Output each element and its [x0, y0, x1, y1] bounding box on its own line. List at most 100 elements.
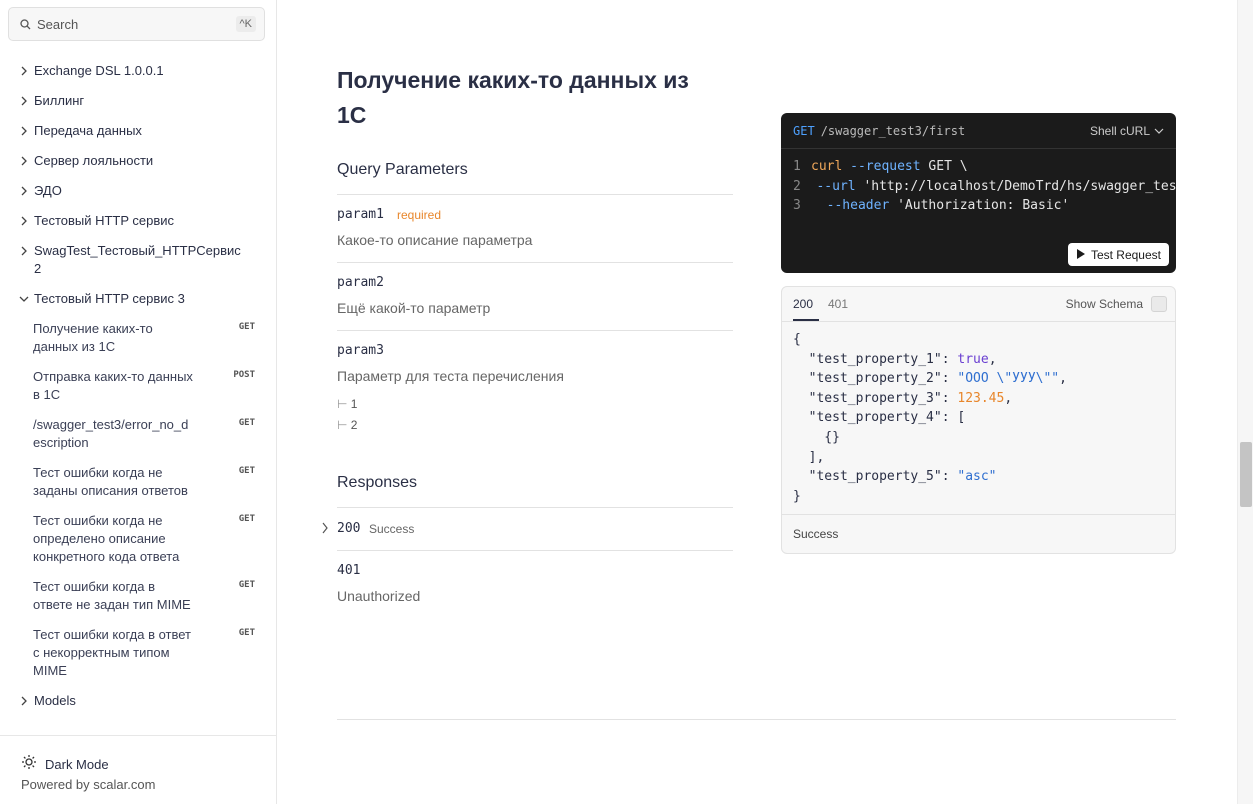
- sidebar-item-label-line: SwagTest_Тестовый_HTTPСервис: [34, 243, 241, 258]
- endpoint-label: Тест ошибки когда не определено описание к…: [33, 512, 218, 566]
- sidebar-item-data-transfer[interactable]: Передача данных: [0, 122, 276, 140]
- sidebar-item-label: Передача данных: [34, 123, 142, 138]
- endpoint-label-line: Тест ошибки когда в ответ: [33, 627, 192, 642]
- json-value: 123.45: [957, 390, 1005, 406]
- main-content: Получение каких-то данных из 1С Query Pa…: [277, 0, 1237, 804]
- sidebar-item-loyalty-server[interactable]: Сервер лояльности: [0, 152, 276, 170]
- test-request-button[interactable]: Test Request: [1067, 243, 1169, 266]
- endpoint-label-line: /swagger_test3/error_no_d: [33, 417, 189, 432]
- param-name: param3: [337, 343, 384, 358]
- chevron-down-icon: [1154, 124, 1164, 138]
- chevron-right-icon: [14, 92, 34, 110]
- json-key: "test_property_4": [793, 410, 942, 426]
- code-token: 'http://localhost/DemoTrd/hs/swagger_tes…: [863, 178, 1176, 194]
- page-title: Получение каких-то данных из 1С: [337, 63, 757, 133]
- endpoint-label-line: Тест ошибки когда не: [33, 513, 163, 528]
- sidebar-endpoint[interactable]: Тест ошибки когда не заданы описания отве…: [0, 464, 276, 500]
- sidebar-item-billing[interactable]: Биллинг: [0, 92, 276, 110]
- json-body: { "test_property_1": true, "test_propert…: [793, 332, 1067, 508]
- method-badge: GET: [238, 322, 255, 332]
- code-token: --header: [811, 198, 890, 213]
- sidebar-endpoint[interactable]: /swagger_test3/error_no_d escription GET: [0, 416, 276, 452]
- endpoint-label-line: определено описание: [33, 531, 166, 546]
- sidebar-item-label: SwagTest_Тестовый_HTTPСервис 2: [34, 242, 241, 278]
- method-badge: POST: [233, 370, 255, 380]
- endpoint-label: /swagger_test3/error_no_d escription: [33, 416, 218, 452]
- show-schema-label: Show Schema: [1065, 297, 1143, 311]
- chevron-right-icon: [14, 242, 34, 260]
- chevron-right-icon: [14, 692, 34, 710]
- chevron-right-icon: [14, 152, 34, 170]
- code-token: --url: [800, 178, 856, 194]
- sidebar-item-test-http-3[interactable]: Тестовый HTTP сервис 3: [0, 290, 276, 308]
- sidebar-item-test-http[interactable]: Тестовый HTTP сервис: [0, 212, 276, 230]
- json-key: "test_property_2": [793, 371, 942, 387]
- sidebar-footer: Dark Mode Powered by scalar.com: [0, 735, 276, 804]
- method-badge: GET: [238, 466, 255, 476]
- endpoint-label-line: с некорректным типом: [33, 645, 170, 660]
- divider: [337, 550, 733, 551]
- param-description: Ещё какой-то параметр: [337, 300, 491, 316]
- show-schema-checkbox[interactable]: [1151, 296, 1167, 312]
- param-description: Какое-то описание параметра: [337, 232, 533, 248]
- http-method: GET: [793, 123, 815, 138]
- enum-value: ⊢ 2: [337, 418, 358, 432]
- sidebar-endpoint[interactable]: Тест ошибки когда в ответ с некорректным …: [0, 626, 276, 680]
- page-title-line: 1С: [337, 102, 367, 128]
- chevron-down-icon: [14, 290, 34, 308]
- divider: [337, 507, 733, 508]
- required-badge: required: [397, 208, 442, 222]
- code-token: 'Authorization: Basic': [889, 198, 1070, 213]
- sidebar-item-models[interactable]: Models: [0, 692, 276, 710]
- endpoint-label: Тест ошибки когда не заданы описания отве…: [33, 464, 218, 500]
- param-description: Параметр для теста перечисления: [337, 368, 564, 384]
- sidebar-endpoint[interactable]: Тест ошибки когда не определено описание к…: [0, 512, 276, 566]
- json-key: "test_property_1": [793, 351, 942, 367]
- search-icon: [17, 16, 33, 32]
- query-params-heading: Query Parameters: [337, 161, 468, 178]
- json-line: {}: [793, 430, 1067, 450]
- code-token: GET \: [920, 159, 968, 174]
- response-example: 200 401 Show Schema { "test_property_1":…: [781, 286, 1176, 554]
- scrollbar[interactable]: [1237, 0, 1253, 804]
- json-token: {}: [793, 429, 840, 445]
- code-line: 3 --header 'Authorization: Basic': [781, 198, 1176, 218]
- active-tab-indicator: [793, 319, 819, 321]
- scrollbar-thumb[interactable]: [1240, 442, 1252, 507]
- param-name: param1: [337, 207, 384, 222]
- dark-mode-toggle[interactable]: Dark Mode: [21, 754, 109, 775]
- search-input[interactable]: Search ^K: [8, 7, 265, 41]
- sidebar-endpoint[interactable]: Получение каких-то данных из 1С GET: [0, 320, 276, 356]
- json-line: "test_property_5": "asc": [793, 469, 997, 485]
- tab-200[interactable]: 200: [793, 297, 813, 311]
- json-key: "test_property_5": [793, 469, 942, 485]
- sidebar-item-exchange-dsl[interactable]: Exchange DSL 1.0.0.1: [0, 62, 276, 80]
- chevron-right-icon: [14, 62, 34, 80]
- sidebar-item-label: Биллинг: [34, 93, 85, 108]
- sidebar-endpoint[interactable]: Отправка каких-то данных в 1С POST: [0, 368, 276, 404]
- sidebar-item-edo[interactable]: ЭДО: [0, 182, 276, 200]
- sidebar-endpoint[interactable]: Тест ошибки когда в ответе не задан тип M…: [0, 578, 276, 614]
- endpoint-label-line: Отправка каких-то данных: [33, 369, 193, 384]
- endpoint-label-line: заданы описания ответов: [33, 483, 188, 498]
- page-title-line: Получение каких-то данных из: [337, 67, 689, 93]
- client-select-label: Shell cURL: [1089, 123, 1150, 138]
- code-line: 2 --url 'http://localhost/DemoTrd/hs/swa…: [781, 179, 1176, 199]
- tab-401[interactable]: 401: [828, 297, 848, 311]
- divider: [337, 194, 733, 195]
- sidebar-item-label: Тестовый HTTP сервис 3: [34, 291, 185, 306]
- sidebar-item-swagtest[interactable]: SwagTest_Тестовый_HTTPСервис 2: [0, 242, 276, 278]
- code-token: curl: [811, 159, 843, 174]
- method-badge: GET: [238, 514, 255, 524]
- json-line: "test_property_3": 123.45,: [793, 390, 1013, 406]
- sidebar: Search ^K Exchange DSL 1.0.0.1 Биллинг П…: [0, 0, 277, 804]
- method-badge: GET: [238, 628, 255, 638]
- response-description: Success: [369, 522, 415, 536]
- method-badge: GET: [238, 580, 255, 590]
- response-description: Unauthorized: [337, 588, 421, 604]
- enum-value: ⊢ 1: [337, 397, 358, 411]
- client-select[interactable]: Shell cURL: [1090, 124, 1164, 138]
- powered-by-link[interactable]: Powered by scalar.com: [21, 777, 155, 792]
- endpoint-label: Тест ошибки когда в ответе не задан тип M…: [33, 578, 218, 614]
- show-schema-toggle[interactable]: Show Schema: [1066, 296, 1167, 312]
